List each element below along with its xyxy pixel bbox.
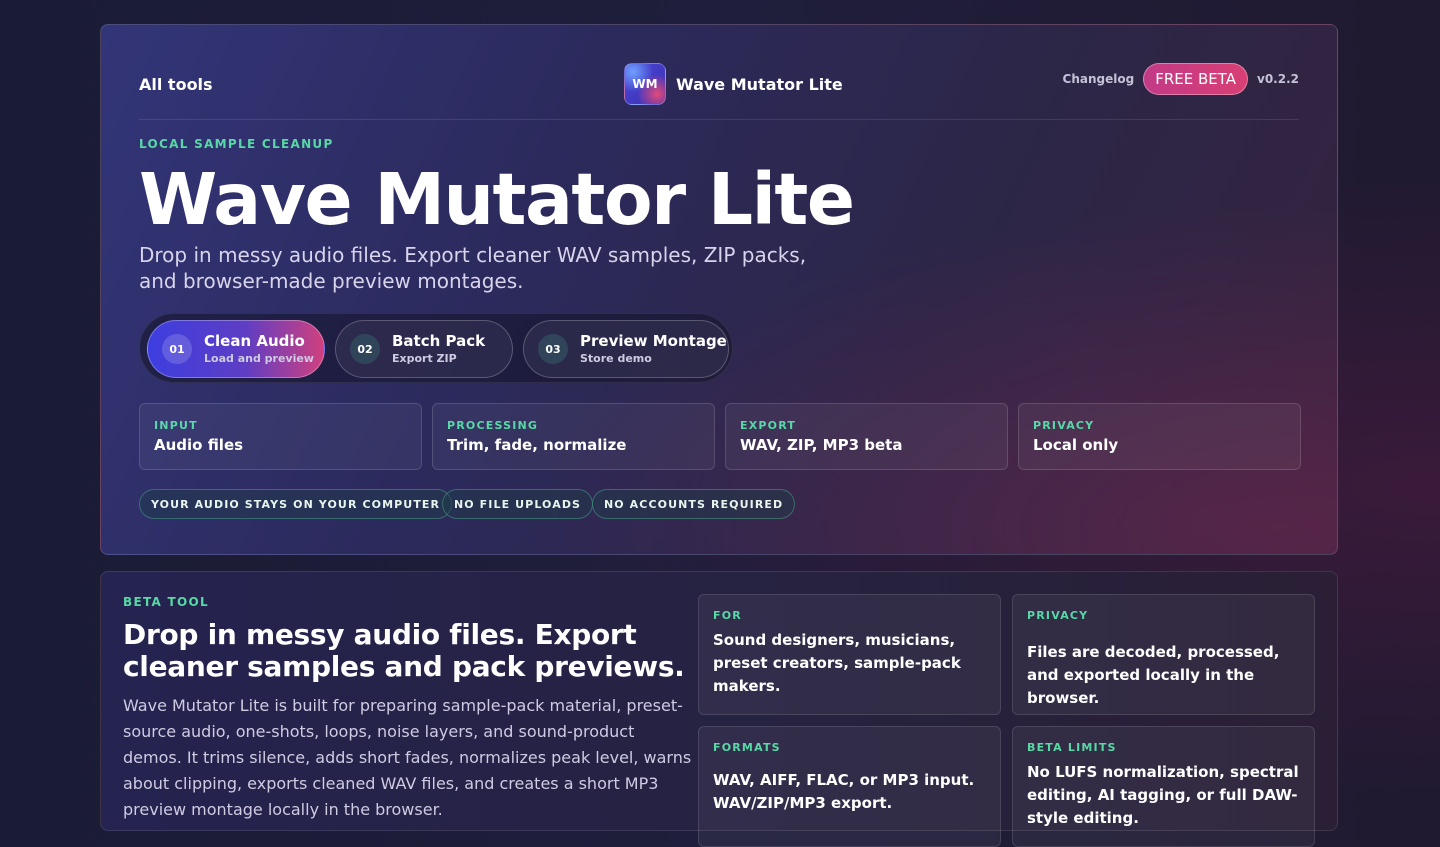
card-text: Files are decoded, processed, and export… (1027, 643, 1280, 707)
all-tools-link[interactable]: All tools (139, 75, 213, 94)
card-text: No LUFS normalization, spectral editing,… (1027, 763, 1299, 827)
hero-lead: Drop in messy audio files. Export cleane… (139, 243, 807, 293)
hero-card: All tools WM Wave Mutator Lite Changelog… (100, 24, 1338, 555)
step-title: Preview Montage (580, 331, 727, 350)
card-privacy: PRIVACY Files are decoded, processed, an… (1012, 594, 1315, 715)
tab-batch-pack[interactable]: 02 Batch Pack Export ZIP (335, 320, 513, 378)
brand[interactable]: WM Wave Mutator Lite (624, 63, 843, 105)
page-title: Wave Mutator Lite (139, 158, 855, 241)
card-for: FOR Sound designers, musicians, preset c… (698, 594, 1001, 715)
step-subtitle: Export ZIP (392, 351, 457, 365)
stat-label: PRIVACY (1033, 419, 1095, 432)
tab-preview-montage[interactable]: 03 Preview Montage Store demo (523, 320, 729, 378)
stat-value: Trim, fade, normalize (447, 436, 627, 454)
about-eyebrow: BETA TOOL (123, 595, 209, 609)
card-label: FOR (713, 609, 742, 622)
stat-label: EXPORT (740, 419, 797, 432)
card-label: BETA LIMITS (1027, 741, 1117, 754)
card-beta-limits: BETA LIMITS No LUFS normalization, spect… (1012, 726, 1315, 847)
stat-value: Audio files (154, 436, 244, 454)
card-label: PRIVACY (1027, 609, 1089, 622)
about-body: Wave Mutator Lite is built for preparing… (123, 696, 692, 819)
app-logo: WM (624, 63, 666, 105)
brand-name: Wave Mutator Lite (676, 74, 843, 94)
card-text: WAV, AIFF, FLAC, or MP3 input. WAV/ZIP/M… (713, 771, 975, 812)
card-label: FORMATS (713, 741, 781, 754)
changelog-link[interactable]: Changelog (1063, 72, 1135, 86)
card-formats: FORMATS WAV, AIFF, FLAC, or MP3 input. W… (698, 726, 1001, 847)
step-title: Batch Pack (392, 331, 486, 350)
about-heading: Drop in messy audio files. Export cleane… (123, 618, 685, 683)
stat-value: WAV, ZIP, MP3 beta (740, 436, 903, 454)
tab-clean-audio[interactable]: 01 Clean Audio Load and preview (147, 320, 325, 378)
step-number: 02 (350, 334, 380, 364)
header-meta: Changelog FREE BETA v0.2.2 (1063, 63, 1299, 95)
stat-export: EXPORT WAV, ZIP, MP3 beta (725, 403, 1008, 470)
stat-input: INPUT Audio files (139, 403, 422, 470)
about-panel: BETA TOOL Drop in messy audio files. Exp… (100, 571, 1338, 847)
pill-no-accounts: NO ACCOUNTS REQUIRED (592, 489, 796, 519)
pill-no-uploads: NO FILE UPLOADS (442, 489, 594, 519)
step-subtitle: Load and preview (204, 351, 314, 365)
pill-local-audio: YOUR AUDIO STAYS ON YOUR COMPUTER (139, 489, 453, 519)
step-title: Clean Audio (204, 331, 305, 350)
hero-eyebrow: LOCAL SAMPLE CLEANUP (139, 137, 334, 151)
step-number: 03 (538, 334, 568, 364)
card-text: Sound designers, musicians, preset creat… (713, 631, 961, 695)
top-bar: All tools WM Wave Mutator Lite Changelog… (139, 63, 1299, 120)
step-number: 01 (162, 334, 192, 364)
stat-value: Local only (1033, 436, 1119, 454)
step-tabs: 01 Clean Audio Load and preview 02 Batch… (139, 313, 733, 383)
step-subtitle: Store demo (580, 351, 652, 365)
stat-processing: PROCESSING Trim, fade, normalize (432, 403, 715, 470)
free-beta-badge: FREE BETA (1143, 63, 1248, 95)
stat-privacy: PRIVACY Local only (1018, 403, 1301, 470)
version-label: v0.2.2 (1257, 72, 1299, 86)
stat-label: INPUT (154, 419, 198, 432)
stat-label: PROCESSING (447, 419, 539, 432)
